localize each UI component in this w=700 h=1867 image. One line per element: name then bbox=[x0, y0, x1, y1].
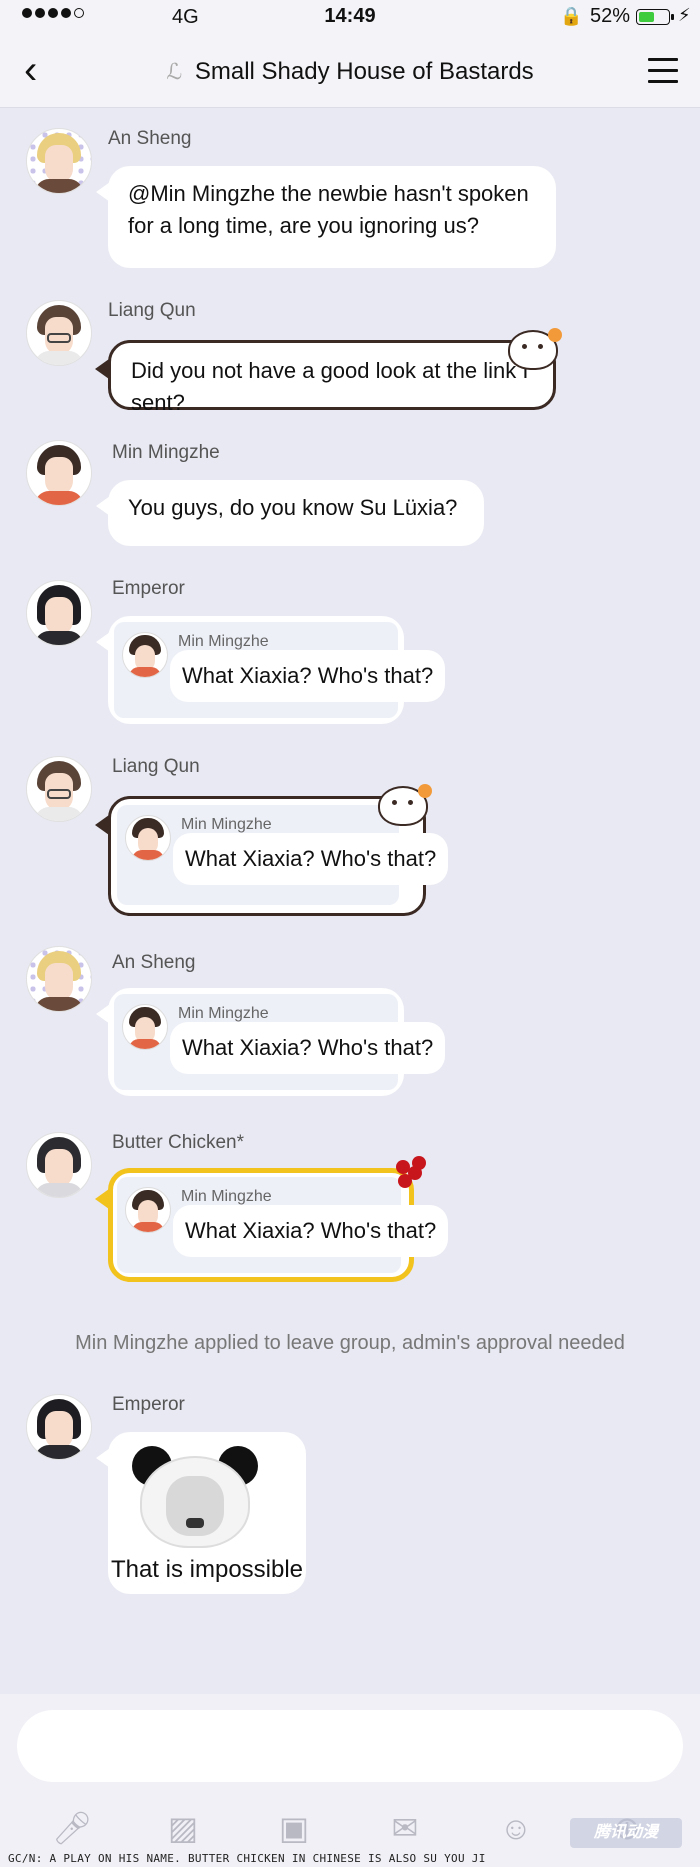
battery-percent: 52% bbox=[590, 5, 631, 27]
translator-note: GC/N: A PLAY ON HIS NAME. BUTTER CHICKEN… bbox=[8, 1852, 486, 1865]
hamburger-menu-icon[interactable] bbox=[648, 58, 678, 91]
sender-name: An Sheng bbox=[112, 952, 196, 973]
charging-icon: ⚡ bbox=[678, 5, 691, 25]
avatar bbox=[125, 1187, 171, 1233]
avatar[interactable] bbox=[26, 300, 92, 366]
message-bubble[interactable]: Min Mingzhe What Xiaxia? Who's that? bbox=[95, 1168, 449, 1282]
camera-icon[interactable]: ▣ bbox=[274, 1808, 314, 1848]
battery-icon bbox=[636, 9, 674, 25]
chat-title: ℒ Small Shady House of Bastards bbox=[0, 58, 700, 86]
quoted-message: Min Mingzhe What Xiaxia? Who's that? bbox=[114, 994, 446, 1090]
sender-name: Emperor bbox=[112, 1394, 185, 1415]
quoted-message: Min Mingzhe What Xiaxia? Who's that? bbox=[117, 1177, 449, 1273]
avatar[interactable] bbox=[26, 756, 92, 822]
message-bubble[interactable]: Min Mingzhe What Xiaxia? Who's that? bbox=[96, 616, 446, 724]
quoted-text: What Xiaxia? Who's that? bbox=[173, 1205, 449, 1257]
message-bubble[interactable]: Min Mingzhe What Xiaxia? Who's that? bbox=[96, 988, 446, 1096]
avatar[interactable] bbox=[26, 1394, 92, 1460]
avatar bbox=[122, 632, 168, 678]
quoted-message: Min Mingzhe What Xiaxia? Who's that? bbox=[114, 622, 446, 718]
message-text: Did you not have a good look at the link… bbox=[131, 358, 529, 415]
message-text: You guys, do you know Su Lüxia? bbox=[128, 495, 458, 520]
avatar[interactable] bbox=[26, 946, 92, 1012]
quoted-text: What Xiaxia? Who's that? bbox=[173, 833, 449, 885]
message-bubble[interactable]: Did you not have a good look at the link… bbox=[95, 340, 556, 415]
image-icon[interactable]: ▨ bbox=[163, 1808, 203, 1848]
sticker-caption: That is impossible bbox=[110, 1556, 304, 1583]
avatar bbox=[125, 815, 171, 861]
rotation-lock-icon: 🔒 bbox=[560, 6, 583, 26]
watermark-logo: 腾讯动漫 bbox=[570, 1818, 682, 1848]
quoted-text: What Xiaxia? Who's that? bbox=[170, 650, 446, 702]
red-packet-icon[interactable]: ✉ bbox=[385, 1808, 425, 1848]
hamster-sticker-icon bbox=[508, 328, 562, 370]
avatar[interactable] bbox=[26, 580, 92, 646]
sticker-message[interactable]: That is impossible bbox=[96, 1432, 306, 1594]
sender-name: Liang Qun bbox=[108, 300, 196, 321]
avatar[interactable] bbox=[26, 1132, 92, 1198]
sender-name: Min Mingzhe bbox=[112, 442, 220, 463]
chat-title-text: Small Shady House of Bastards bbox=[194, 58, 534, 85]
message-bubble[interactable]: @Min Mingzhe the newbie hasn't spoken fo… bbox=[96, 166, 556, 268]
avatar[interactable] bbox=[26, 128, 92, 194]
microphone-icon[interactable]: 🎤︎ bbox=[52, 1808, 93, 1848]
message-text: @Min Mingzhe the newbie hasn't spoken fo… bbox=[128, 181, 529, 238]
avatar[interactable] bbox=[26, 440, 92, 506]
quoted-text: What Xiaxia? Who's that? bbox=[170, 1022, 446, 1074]
nav-bar: ‹ ℒ Small Shady House of Bastards bbox=[0, 36, 700, 108]
quoted-message: Min Mingzhe What Xiaxia? Who's that? bbox=[117, 805, 449, 905]
hamster-sticker-icon bbox=[378, 784, 432, 826]
sender-name: Liang Qun bbox=[112, 756, 200, 777]
message-input[interactable] bbox=[17, 1710, 683, 1782]
panda-meme-icon bbox=[126, 1442, 264, 1552]
status-bar: 4G 14:49 🔒 52% ⚡ bbox=[0, 0, 700, 36]
sender-name: Emperor bbox=[112, 578, 185, 599]
ear-icon: ℒ bbox=[166, 59, 183, 84]
message-bubble[interactable]: You guys, do you know Su Lüxia? bbox=[96, 480, 484, 546]
sender-name: Butter Chicken* bbox=[112, 1132, 245, 1153]
avatar bbox=[122, 1004, 168, 1050]
sender-name: An Sheng bbox=[108, 128, 192, 149]
system-notice: Min Mingzhe applied to leave group, admi… bbox=[75, 1332, 625, 1354]
emoji-icon[interactable]: ☺ bbox=[496, 1808, 536, 1848]
input-area: 🎤︎ ▨ ▣ ✉ ☺ ⊕ 腾讯动漫 GC/N: A PLAY ON HIS NA… bbox=[0, 1694, 700, 1867]
candied-haws-icon bbox=[392, 1156, 428, 1196]
